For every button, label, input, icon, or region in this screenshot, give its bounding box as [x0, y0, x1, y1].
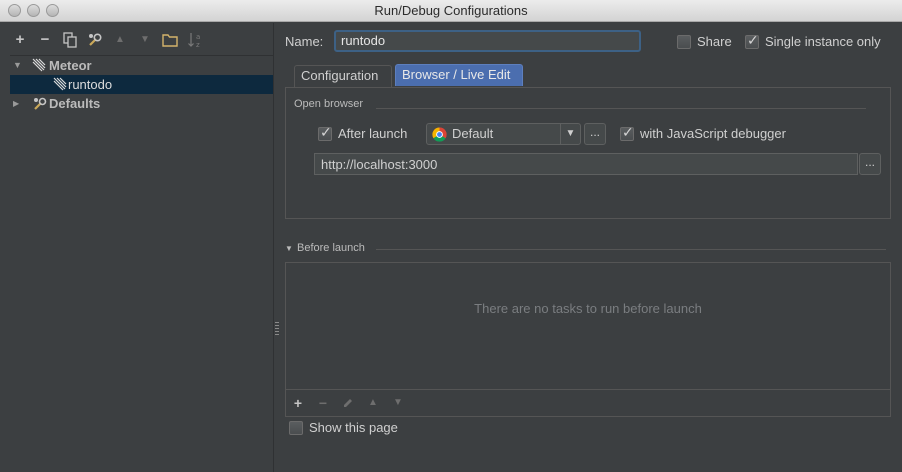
svg-text:z: z — [196, 41, 200, 49]
tree-item-runtodo[interactable]: runtodo — [10, 75, 273, 94]
show-page-checkbox[interactable] — [289, 421, 303, 435]
folder-icon[interactable] — [161, 29, 179, 51]
after-launch-label: After launch — [338, 126, 408, 141]
chevron-down-icon[interactable]: ▼ — [560, 124, 580, 144]
copy-icon[interactable] — [61, 29, 79, 51]
browser-select-value: Default — [452, 126, 494, 141]
wrench-icon — [32, 96, 47, 110]
single-instance-label: Single instance only — [765, 34, 881, 49]
config-tree: ▼ Meteor runtodo ▶ Defaults — [10, 55, 273, 472]
move-down-icon[interactable]: ▼ — [390, 394, 406, 412]
after-launch-checkbox[interactable] — [318, 125, 332, 141]
tree-item-meteor[interactable]: ▼ Meteor — [10, 56, 273, 75]
js-debugger-checkbox[interactable] — [620, 125, 634, 141]
remove-config-icon[interactable]: − — [36, 29, 54, 51]
url-browse-button[interactable]: ... — [859, 153, 881, 175]
url-input[interactable]: http://localhost:3000 — [314, 153, 858, 175]
svg-text:a: a — [196, 33, 200, 41]
splitter-grip-icon[interactable] — [275, 322, 279, 336]
browser-browse-button[interactable]: ... — [584, 123, 606, 145]
name-label: Name: — [285, 34, 324, 49]
move-up-icon[interactable]: ▲ — [111, 29, 129, 51]
section-divider — [376, 108, 866, 109]
browser-select[interactable]: Default ▼ — [426, 123, 581, 145]
chrome-icon — [432, 127, 447, 145]
before-launch-section-label: Before launch — [297, 242, 365, 254]
remove-task-icon[interactable]: − — [315, 394, 331, 412]
title-bar: Run/Debug Configurations — [0, 0, 902, 22]
tab-browser-live-edit[interactable]: Browser / Live Edit — [395, 64, 523, 86]
empty-tasks-text: There are no tasks to run before launch — [474, 301, 702, 316]
wrench-icon[interactable] — [86, 29, 104, 51]
tree-item-defaults[interactable]: ▶ Defaults — [10, 94, 273, 113]
add-task-icon[interactable]: + — [290, 394, 306, 412]
meteor-icon — [32, 58, 46, 72]
meteor-icon — [53, 77, 67, 91]
expand-arrow-icon[interactable]: ▶ — [13, 94, 19, 113]
share-checkbox[interactable] — [677, 35, 691, 49]
single-instance-checkbox[interactable] — [745, 33, 759, 49]
tasks-toolbar: + − ▲ ▼ — [286, 389, 890, 416]
panel-splitter[interactable] — [273, 23, 274, 472]
name-input[interactable]: runtodo — [334, 30, 641, 52]
pencil-icon[interactable] — [340, 394, 356, 412]
tree-toolbar: + − ▲ ▼ a z — [0, 29, 273, 53]
share-label: Share — [697, 34, 732, 49]
before-launch-task-list: There are no tasks to run before launch … — [285, 262, 891, 417]
js-debugger-label: with JavaScript debugger — [640, 126, 786, 141]
config-tree-panel: + − ▲ ▼ a z ▼ Meteor runtodo ▶ Defaults — [0, 23, 273, 472]
tree-item-label: runtodo — [68, 77, 113, 92]
window-title: Run/Debug Configurations — [374, 3, 528, 18]
tab-configuration[interactable]: Configuration — [294, 65, 392, 87]
add-config-icon[interactable]: + — [11, 29, 29, 51]
collapse-arrow-icon[interactable]: ▼ — [285, 244, 293, 253]
section-divider — [376, 249, 886, 250]
show-page-label: Show this page — [309, 420, 398, 435]
expand-arrow-icon[interactable]: ▼ — [13, 56, 22, 75]
tree-item-label: Defaults — [49, 96, 101, 111]
move-up-icon[interactable]: ▲ — [365, 394, 381, 412]
move-down-icon[interactable]: ▼ — [136, 29, 154, 51]
tree-item-label: Meteor — [49, 58, 92, 73]
sort-alpha-icon[interactable]: a z — [186, 29, 204, 51]
open-browser-section-label: Open browser — [294, 98, 364, 110]
